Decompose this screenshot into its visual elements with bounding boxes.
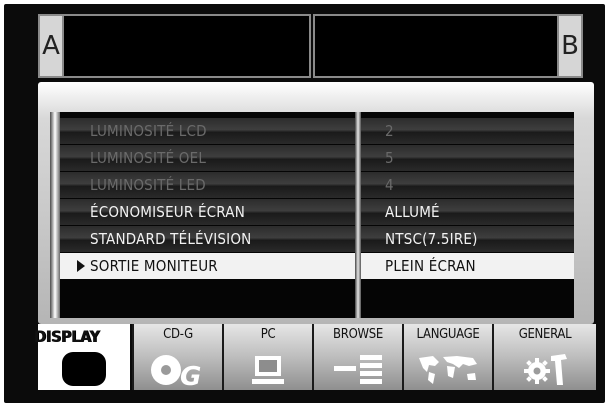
tab-language[interactable]: LANGUAGE [402,324,492,390]
tab-cd-g[interactable]: CD-G G [132,324,222,390]
menu-row-label: LUMINOSITÉ OEL [90,149,207,167]
menu-left-bar [50,112,60,318]
menu-row-label: SORTIE MONITEUR [90,257,218,275]
menu-row-label: ÉCONOMISEUR ÉCRAN [90,203,245,221]
menu-row-luminosite-lcd[interactable]: LUMINOSITÉ LCD 2 [60,118,574,144]
panel-b: B [313,14,583,78]
disc-g-icon: G [151,355,201,388]
menu-row-sortie-moniteur[interactable]: SORTIE MONITEUR PLEIN ÉCRAN [60,253,574,279]
menu-row-economiseur-ecran[interactable]: ÉCONOMISEUR ÉCRAN ALLUMÉ [60,199,574,225]
menu-row-label: LUMINOSITÉ LED [90,176,206,194]
menu-row-value: 5 [385,149,394,167]
computer-icon [252,356,284,384]
tab-display[interactable]: DISPLAY [34,324,130,390]
tab-label: BROWSE [333,327,383,342]
monitor-icon [62,352,106,386]
menu-row-luminosite-led[interactable]: LUMINOSITÉ LED 4 [60,172,574,198]
tab-label: DISPLAY [34,327,100,346]
menu-row-luminosite-oel[interactable]: LUMINOSITÉ OEL 5 [60,145,574,171]
menu-column-divider [355,112,361,318]
tab-label: GENERAL [518,327,572,342]
tools-icon [524,354,567,385]
svg-text:G: G [180,362,201,388]
tab-browse[interactable]: BROWSE [312,324,402,390]
menu-row-value: 2 [385,122,394,140]
menu-row-label: LUMINOSITÉ LCD [90,122,207,140]
tab-label: LANGUAGE [416,327,480,342]
menu-row-value: NTSC(7.5IRE) [385,230,478,248]
tab-general[interactable]: GENERAL [492,324,596,390]
menu-row-value: PLEIN ÉCRAN [385,257,476,275]
screen: A B LUMINOSITÉ LCD 2 LUMINOSITÉ OEL 5 LU… [4,4,605,403]
tab-label: CD-G [163,327,193,342]
menu-row-value: 4 [385,176,394,194]
list-icon [334,355,382,384]
tab-label: PC [260,327,276,342]
panel-a-tag: A [40,16,64,76]
panel-a: A [38,14,311,78]
selection-arrow-icon [77,260,85,272]
menu-row-value: ALLUMÉ [385,203,440,221]
menu-row-label: STANDARD TÉLÉVISION [90,230,252,248]
panel-b-tag: B [557,16,581,76]
tab-bar: DISPLAY CD-G G PC BROWSE LANGUAGE GENERA… [34,324,596,392]
tab-pc[interactable]: PC [222,324,312,390]
world-map-icon [419,356,477,384]
menu-row-standard-television[interactable]: STANDARD TÉLÉVISION NTSC(7.5IRE) [60,226,574,252]
